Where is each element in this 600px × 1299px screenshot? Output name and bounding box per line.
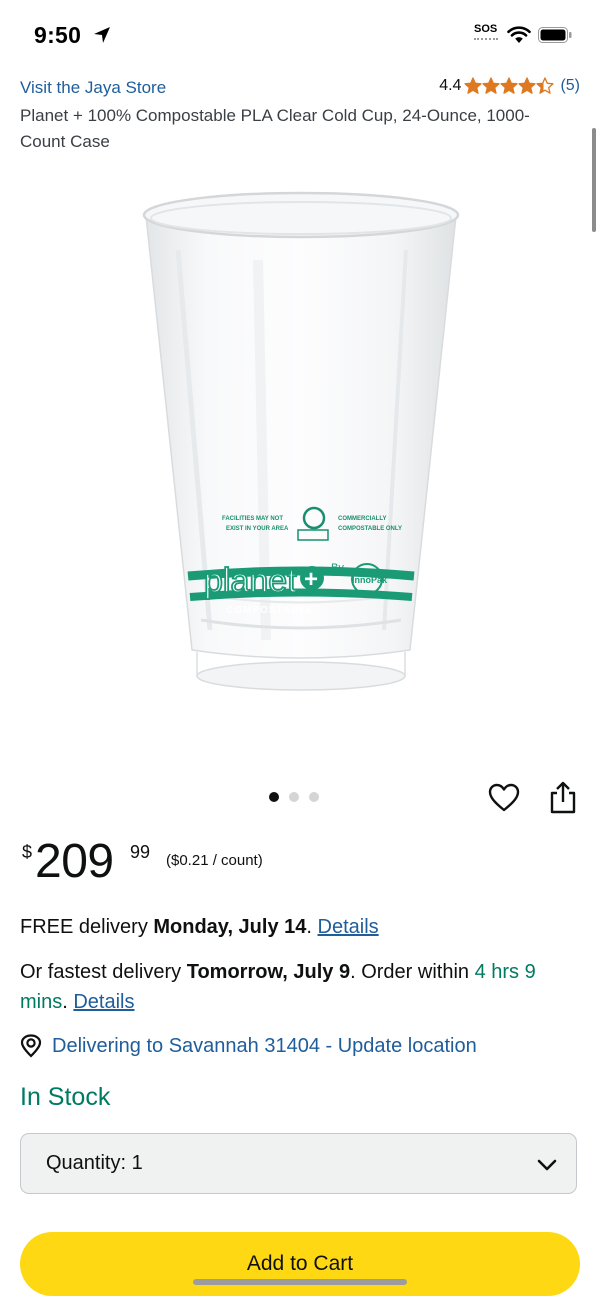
quantity-label-text: Quantity:	[46, 1152, 127, 1174]
cup-print-plus: +	[304, 566, 318, 593]
carousel-dot[interactable]	[289, 792, 299, 802]
price-currency-symbol: $	[22, 842, 33, 862]
fastest-suffix: .	[62, 991, 74, 1013]
svg-text:EXIST IN YOUR AREA: EXIST IN YOUR AREA	[226, 526, 289, 532]
delivery-prefix: FREE delivery	[20, 916, 154, 938]
product-image[interactable]: FACILITIES MAY NOT EXIST IN YOUR AREA CO…	[138, 190, 464, 726]
signal-dots-icon	[474, 38, 498, 43]
status-bar: 9:50 SOS	[0, 0, 600, 72]
image-carousel-dots[interactable]	[269, 792, 319, 802]
visit-store-link[interactable]: Visit the Jaya Store	[20, 78, 166, 98]
rating-value: 4.4	[439, 77, 462, 94]
stock-status: In Stock	[20, 1083, 111, 1111]
delivery-details-link[interactable]: Details	[318, 916, 379, 938]
location-pin-icon	[20, 1034, 42, 1058]
star-icon	[464, 77, 483, 94]
battery-icon	[538, 27, 572, 43]
add-to-cart-button[interactable]: Add to Cart	[20, 1232, 580, 1296]
add-to-cart-label: Add to Cart	[246, 1252, 354, 1275]
cup-print-brand: InnoPak	[352, 575, 388, 585]
svg-text:COMMERCIALLY: COMMERCIALLY	[338, 516, 386, 522]
rating-summary[interactable]: 4.4 (5)	[439, 77, 580, 95]
home-indicator	[193, 1279, 407, 1285]
price-whole: 209	[35, 835, 114, 888]
fastest-date: Tomorrow, July 9	[186, 961, 351, 983]
rating-stars	[464, 77, 555, 95]
quantity-label: Quantity: 1	[46, 1152, 143, 1175]
chevron-down-icon	[537, 1159, 557, 1171]
star-icon	[482, 77, 501, 94]
delivery-location[interactable]: Delivering to Savannah 31404 - Update lo…	[20, 1034, 477, 1058]
quantity-value: 1	[131, 1152, 143, 1174]
star-icon	[518, 77, 537, 94]
wishlist-heart-icon[interactable]	[488, 783, 520, 813]
price-fraction: 99	[130, 842, 151, 862]
store-row: Visit the Jaya Store 4.4 (5)	[20, 77, 580, 102]
sos-indicator: SOS	[474, 23, 498, 35]
cup-print-compostable: COMPOSTABLE	[226, 605, 314, 616]
free-delivery-info: FREE delivery Monday, July 14. Details	[20, 912, 580, 942]
fastest-prefix: Or fastest delivery	[20, 961, 187, 983]
fastest-delivery-info: Or fastest delivery Tomorrow, July 9. Or…	[20, 957, 580, 1017]
fastest-middle: . Order within	[350, 961, 475, 983]
unit-price: ($0.21 / count)	[166, 852, 263, 869]
cup-print-planet: planet	[204, 562, 297, 600]
delivery-suffix: .	[306, 916, 318, 938]
status-time: 9:50	[34, 22, 82, 48]
delivery-date: Monday, July 14	[153, 916, 307, 938]
svg-text:COMPOSTABLE ONLY: COMPOSTABLE ONLY	[338, 526, 402, 532]
carousel-dot[interactable]	[269, 792, 279, 802]
rating-count[interactable]: (5)	[560, 77, 580, 95]
product-title: Planet + 100% Compostable PLA Clear Cold…	[20, 106, 530, 151]
wifi-icon	[507, 26, 531, 43]
carousel-dot[interactable]	[309, 792, 319, 802]
share-icon[interactable]	[549, 781, 577, 815]
scroll-indicator	[592, 128, 596, 232]
location-text[interactable]: Delivering to Savannah 31404 - Update lo…	[52, 1035, 477, 1058]
star-icon	[500, 77, 519, 94]
fastest-details-link[interactable]: Details	[73, 991, 134, 1013]
cup-print-by: By	[331, 562, 344, 574]
location-arrow-icon	[94, 27, 110, 43]
quantity-selector[interactable]: Quantity: 1	[20, 1133, 577, 1194]
svg-text:FACILITIES MAY NOT: FACILITIES MAY NOT	[222, 516, 283, 522]
star-icon	[536, 77, 555, 94]
